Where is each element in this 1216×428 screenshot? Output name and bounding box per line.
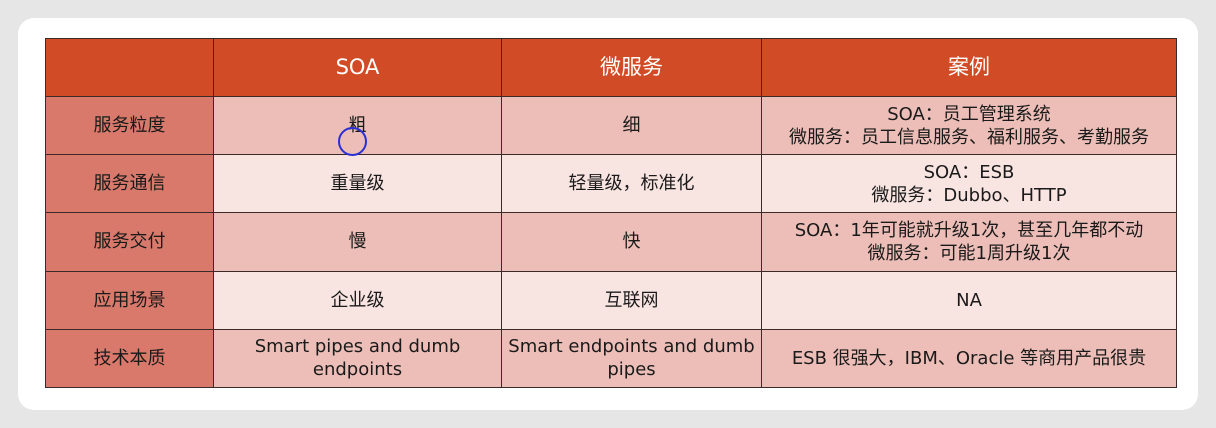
case-line: 微服务：可能1周升级1次 [867,242,1071,264]
row-label: 技术本质 [45,328,214,389]
table-row: 应用场景 企业级 互联网 NA [45,270,1177,330]
cell-microservice: 轻量级，标准化 [501,154,762,214]
table-row: 服务粒度 粗 细 SOA：员工管理系统 微服务：员工信息服务、福利服务、考勤服务 [45,95,1177,156]
cell-microservice: Smart endpoints and dumb pipes [501,328,762,389]
cell-case: SOA：员工管理系统 微服务：员工信息服务、福利服务、考勤服务 [761,95,1177,156]
header-row: SOA 微服务 案例 [45,38,1177,97]
table-row: 服务交付 慢 快 SOA：1年可能就升级1次，甚至几年都不动 微服务：可能1周升… [45,212,1177,272]
cell-soa: 慢 [213,212,502,272]
row-label: 服务交付 [45,212,214,272]
comparison-table: SOA 微服务 案例 服务粒度 粗 细 SOA：员工管理系统 微服务：员工信息服… [45,38,1177,389]
row-label: 服务粒度 [45,95,214,156]
table-row: 服务通信 重量级 轻量级，标准化 SOA：ESB 微服务：Dubbo、HTTP [45,154,1177,214]
cell-soa: 企业级 [213,270,502,330]
cell-soa: 重量级 [213,154,502,214]
header-soa: SOA [213,38,502,97]
case-line: SOA：ESB [923,161,1015,183]
cell-case: SOA：1年可能就升级1次，甚至几年都不动 微服务：可能1周升级1次 [761,212,1177,272]
cell-microservice: 互联网 [501,270,762,330]
case-line: NA [956,289,982,311]
row-label: 应用场景 [45,270,214,330]
case-line: 微服务：员工信息服务、福利服务、考勤服务 [789,126,1149,148]
cell-microservice: 快 [501,212,762,272]
row-label: 服务通信 [45,154,214,214]
header-microservice: 微服务 [501,38,762,97]
cell-case: SOA：ESB 微服务：Dubbo、HTTP [761,154,1177,214]
cell-soa: Smart pipes and dumb endpoints [213,328,502,389]
header-corner [45,38,214,97]
header-case: 案例 [761,38,1177,97]
cell-microservice: 细 [501,95,762,156]
case-line: SOA：1年可能就升级1次，甚至几年都不动 [794,219,1144,241]
case-line: 微服务：Dubbo、HTTP [871,184,1067,206]
case-line: SOA：员工管理系统 [887,103,1051,125]
case-line: ESB 很强大，IBM、Oracle 等商用产品很贵 [791,347,1147,369]
cell-case: NA [761,270,1177,330]
cell-case: ESB 很强大，IBM、Oracle 等商用产品很贵 [761,328,1177,389]
table-row: 技术本质 Smart pipes and dumb endpoints Smar… [45,328,1177,389]
cell-soa: 粗 [213,95,502,156]
